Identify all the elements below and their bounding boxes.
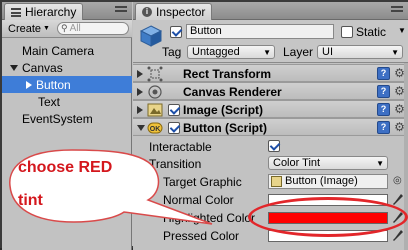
highlight-ring <box>248 197 408 237</box>
callout-text-line2: tint <box>18 192 43 209</box>
editor-window: Hierarchy Create ▼ ⚲ All Main Camera Can… <box>0 0 408 250</box>
callout-text-line1: choose RED <box>18 159 113 176</box>
